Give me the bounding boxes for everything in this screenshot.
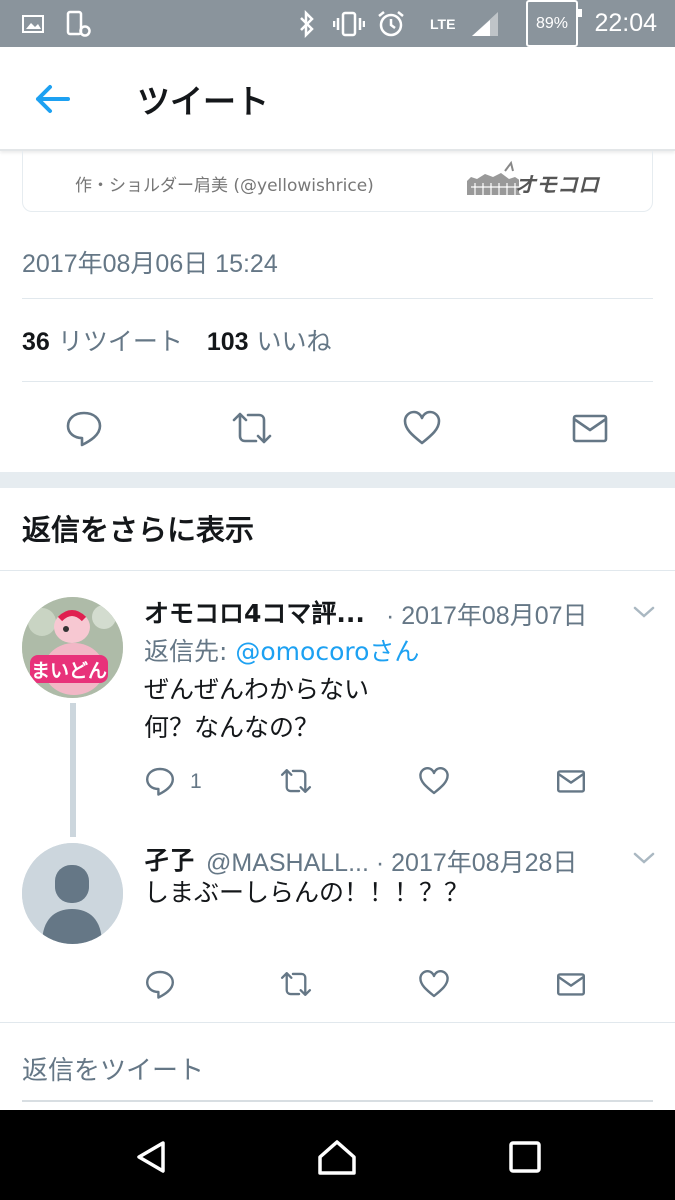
retweet-icon[interactable] xyxy=(279,967,313,1001)
svg-text:まいどん: まいどん xyxy=(31,660,107,682)
avatar[interactable]: まいどん xyxy=(22,597,123,698)
share-mail-icon[interactable] xyxy=(568,406,612,450)
divider xyxy=(0,1022,675,1023)
chevron-down-icon[interactable] xyxy=(630,602,658,622)
share-mail-icon[interactable] xyxy=(554,764,588,798)
divider xyxy=(22,298,653,299)
nav-home-icon[interactable] xyxy=(312,1132,362,1182)
like-heart-icon[interactable] xyxy=(417,967,451,1001)
svg-text:オモコロ: オモコロ xyxy=(515,173,601,197)
divider xyxy=(22,381,653,382)
reply-text-line: ぜんぜんわからない xyxy=(144,675,370,704)
system-nav-bar xyxy=(0,1110,675,1200)
omocoro-logo: オモコロ xyxy=(465,159,601,201)
like-heart-icon[interactable] xyxy=(400,406,444,450)
retweet-icon[interactable] xyxy=(279,764,313,798)
reply-author-name[interactable]: オモコロ4コマ評... xyxy=(144,594,380,630)
card-credit: 作・ショルダー肩美 (@yellowishrice) xyxy=(75,176,374,196)
reply-count: 1 xyxy=(190,770,202,793)
divider xyxy=(0,570,675,571)
battery-icon: 89% xyxy=(526,0,582,47)
tweet-stats: 36 リツイート 103 いいね xyxy=(22,322,332,358)
reply-icon[interactable] xyxy=(143,764,177,798)
vibrate-icon xyxy=(333,0,365,47)
clock-time: 22:04 xyxy=(594,9,657,37)
network-type-label: LTE xyxy=(430,15,456,32)
reply-timestamp: · 2017年08月07日 xyxy=(386,602,588,630)
avatar[interactable] xyxy=(22,843,123,944)
retweet-count: 36 xyxy=(22,328,50,356)
reply-tweet-input[interactable]: 返信をツイート xyxy=(22,1050,204,1087)
status-bar: LTE 89% 22:04 xyxy=(0,0,675,47)
chevron-down-icon[interactable] xyxy=(630,848,658,868)
image-icon xyxy=(22,0,44,47)
share-mail-icon[interactable] xyxy=(554,967,588,1001)
reply-to-line: 返信先: @omocoroさん xyxy=(144,633,419,671)
like-heart-icon[interactable] xyxy=(417,764,451,798)
retweet-label: リツイート xyxy=(57,327,183,356)
retweet-icon[interactable] xyxy=(230,406,274,450)
input-underline xyxy=(22,1100,653,1102)
reply-icon[interactable] xyxy=(62,406,106,450)
page-title: ツイート xyxy=(137,82,269,121)
bluetooth-icon xyxy=(298,0,316,47)
thread-connector xyxy=(70,703,76,837)
phone-settings-icon xyxy=(66,0,92,47)
nav-recents-icon[interactable] xyxy=(500,1132,550,1182)
more-replies-heading[interactable]: 返信をさらに表示 xyxy=(22,507,254,549)
back-arrow-icon[interactable] xyxy=(28,79,76,119)
nav-back-icon[interactable] xyxy=(126,1132,176,1182)
like-count: 103 xyxy=(206,328,249,356)
retweet-stat[interactable]: 36 リツイート xyxy=(22,322,183,358)
signal-icon xyxy=(470,0,500,47)
reply-to-label: 返信先: xyxy=(144,637,228,666)
like-stat[interactable]: 103 いいね xyxy=(207,322,332,358)
tweet-timestamp[interactable]: 2017年08月06日 15:24 xyxy=(22,244,278,280)
alarm-icon xyxy=(376,0,406,47)
top-app-bar: ツイート xyxy=(0,47,675,151)
like-label: いいね xyxy=(256,327,332,356)
reply-author-name[interactable]: 孑孒 xyxy=(144,841,204,877)
media-card[interactable]: 作・ショルダー肩美 (@yellowishrice) オモコロ xyxy=(22,151,653,212)
reply-icon[interactable] xyxy=(143,967,177,1001)
reply-text-line: 何？なんなの？ xyxy=(144,713,320,742)
reply-to-handle[interactable]: @omocoroさん xyxy=(235,637,419,666)
reply-text-line: しまぶーしらんの！！！？？ xyxy=(144,878,470,907)
section-separator xyxy=(0,472,675,488)
